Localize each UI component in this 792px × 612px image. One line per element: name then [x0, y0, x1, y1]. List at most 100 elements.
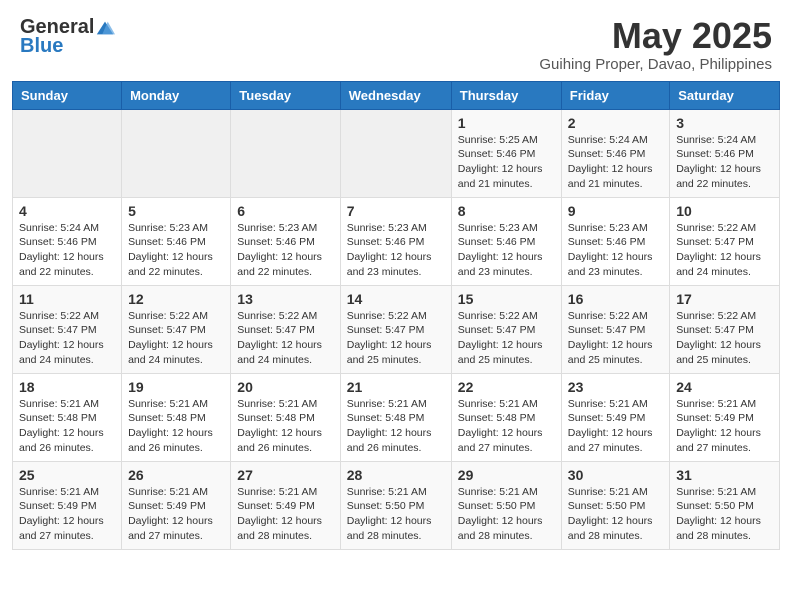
day-number: 5	[128, 203, 224, 219]
logo-icon	[95, 18, 115, 38]
day-number: 14	[347, 291, 445, 307]
month-title: May 2025	[539, 16, 772, 56]
calendar-day-cell: 4 Sunrise: 5:24 AMSunset: 5:46 PMDaylight…	[13, 197, 122, 285]
day-number: 27	[237, 467, 333, 483]
calendar-day-cell: 20 Sunrise: 5:21 AMSunset: 5:48 PMDayligh…	[231, 373, 340, 461]
day-number: 20	[237, 379, 333, 395]
calendar-day-cell: 25 Sunrise: 5:21 AMSunset: 5:49 PMDayligh…	[13, 461, 122, 549]
calendar-day-cell: 31 Sunrise: 5:21 AMSunset: 5:50 PMDayligh…	[670, 461, 780, 549]
day-number: 9	[568, 203, 663, 219]
calendar-day-cell: 30Sunrise: 5:21 AMSunset: 5:50 PMDayligh…	[561, 461, 669, 549]
calendar-week-row: 25 Sunrise: 5:21 AMSunset: 5:49 PMDayligh…	[13, 461, 780, 549]
day-info: Sunrise: 5:22 AMSunset: 5:47 PMDaylight:…	[128, 309, 224, 368]
calendar-header-row: SundayMondayTuesdayWednesdayThursdayFrid…	[13, 81, 780, 109]
calendar-day-cell: 24Sunrise: 5:21 AMSunset: 5:49 PMDayligh…	[670, 373, 780, 461]
calendar-day-cell: 2 Sunrise: 5:24 AMSunset: 5:46 PMDaylight…	[561, 109, 669, 197]
day-of-week-header: Tuesday	[231, 81, 340, 109]
calendar-week-row: 4 Sunrise: 5:24 AMSunset: 5:46 PMDaylight…	[13, 197, 780, 285]
day-info: Sunrise: 5:21 AMSunset: 5:48 PMDaylight:…	[19, 397, 115, 456]
day-number: 16	[568, 291, 663, 307]
calendar-day-cell: 29Sunrise: 5:21 AMSunset: 5:50 PMDayligh…	[451, 461, 561, 549]
calendar-day-cell: 21Sunrise: 5:21 AMSunset: 5:48 PMDayligh…	[340, 373, 451, 461]
day-number: 7	[347, 203, 445, 219]
day-number: 25	[19, 467, 115, 483]
calendar-day-cell: 16 Sunrise: 5:22 AMSunset: 5:47 PMDayligh…	[561, 285, 669, 373]
calendar-day-cell: 3 Sunrise: 5:24 AMSunset: 5:46 PMDaylight…	[670, 109, 780, 197]
day-info: Sunrise: 5:23 AMSunset: 5:46 PMDaylight:…	[347, 221, 445, 280]
calendar-day-cell: 5 Sunrise: 5:23 AMSunset: 5:46 PMDaylight…	[122, 197, 231, 285]
page-header: General Blue May 2025 Guihing Proper, Da…	[0, 0, 792, 81]
calendar-week-row: 1 Sunrise: 5:25 AMSunset: 5:46 PMDaylight…	[13, 109, 780, 197]
day-number: 22	[458, 379, 555, 395]
day-number: 2	[568, 115, 663, 131]
calendar-day-cell: 11 Sunrise: 5:22 AMSunset: 5:47 PMDayligh…	[13, 285, 122, 373]
day-number: 1	[458, 115, 555, 131]
day-info: Sunrise: 5:24 AMSunset: 5:46 PMDaylight:…	[568, 133, 663, 192]
day-info: Sunrise: 5:21 AMSunset: 5:48 PMDaylight:…	[458, 397, 555, 456]
day-number: 10	[676, 203, 773, 219]
calendar-day-cell: 10Sunrise: 5:22 AMSunset: 5:47 PMDayligh…	[670, 197, 780, 285]
calendar-day-cell: 17 Sunrise: 5:22 AMSunset: 5:47 PMDayligh…	[670, 285, 780, 373]
day-info: Sunrise: 5:21 AMSunset: 5:49 PMDaylight:…	[568, 397, 663, 456]
calendar-day-cell: 15Sunrise: 5:22 AMSunset: 5:47 PMDayligh…	[451, 285, 561, 373]
day-info: Sunrise: 5:21 AMSunset: 5:50 PMDaylight:…	[347, 485, 445, 544]
day-info: Sunrise: 5:23 AMSunset: 5:46 PMDaylight:…	[128, 221, 224, 280]
location: Guihing Proper, Davao, Philippines	[539, 56, 772, 73]
calendar-day-cell: 12 Sunrise: 5:22 AMSunset: 5:47 PMDayligh…	[122, 285, 231, 373]
day-number: 19	[128, 379, 224, 395]
day-number: 4	[19, 203, 115, 219]
calendar-day-cell: 22 Sunrise: 5:21 AMSunset: 5:48 PMDayligh…	[451, 373, 561, 461]
day-info: Sunrise: 5:21 AMSunset: 5:50 PMDaylight:…	[458, 485, 555, 544]
title-section: May 2025 Guihing Proper, Davao, Philippi…	[539, 16, 772, 73]
day-info: Sunrise: 5:23 AMSunset: 5:46 PMDaylight:…	[458, 221, 555, 280]
calendar-day-cell: 13 Sunrise: 5:22 AMSunset: 5:47 PMDayligh…	[231, 285, 340, 373]
day-info: Sunrise: 5:22 AMSunset: 5:47 PMDaylight:…	[237, 309, 333, 368]
day-number: 13	[237, 291, 333, 307]
day-info: Sunrise: 5:23 AMSunset: 5:46 PMDaylight:…	[237, 221, 333, 280]
logo: General Blue	[20, 16, 116, 58]
day-number: 28	[347, 467, 445, 483]
day-number: 6	[237, 203, 333, 219]
calendar-day-cell: 27Sunrise: 5:21 AMSunset: 5:49 PMDayligh…	[231, 461, 340, 549]
day-of-week-header: Sunday	[13, 81, 122, 109]
day-number: 23	[568, 379, 663, 395]
day-info: Sunrise: 5:21 AMSunset: 5:49 PMDaylight:…	[19, 485, 115, 544]
day-info: Sunrise: 5:21 AMSunset: 5:48 PMDaylight:…	[128, 397, 224, 456]
calendar-day-cell: 18Sunrise: 5:21 AMSunset: 5:48 PMDayligh…	[13, 373, 122, 461]
calendar-day-cell	[340, 109, 451, 197]
calendar-day-cell: 28 Sunrise: 5:21 AMSunset: 5:50 PMDayligh…	[340, 461, 451, 549]
day-info: Sunrise: 5:24 AMSunset: 5:46 PMDaylight:…	[19, 221, 115, 280]
calendar-day-cell	[231, 109, 340, 197]
day-info: Sunrise: 5:25 AMSunset: 5:46 PMDaylight:…	[458, 133, 555, 192]
calendar-week-row: 11 Sunrise: 5:22 AMSunset: 5:47 PMDayligh…	[13, 285, 780, 373]
day-info: Sunrise: 5:21 AMSunset: 5:49 PMDaylight:…	[128, 485, 224, 544]
day-info: Sunrise: 5:22 AMSunset: 5:47 PMDaylight:…	[568, 309, 663, 368]
day-number: 30	[568, 467, 663, 483]
day-number: 26	[128, 467, 224, 483]
day-info: Sunrise: 5:21 AMSunset: 5:49 PMDaylight:…	[676, 397, 773, 456]
day-info: Sunrise: 5:22 AMSunset: 5:47 PMDaylight:…	[676, 309, 773, 368]
day-info: Sunrise: 5:22 AMSunset: 5:47 PMDaylight:…	[19, 309, 115, 368]
day-of-week-header: Saturday	[670, 81, 780, 109]
calendar-day-cell: 26 Sunrise: 5:21 AMSunset: 5:49 PMDayligh…	[122, 461, 231, 549]
calendar-day-cell	[13, 109, 122, 197]
day-number: 11	[19, 291, 115, 307]
day-info: Sunrise: 5:21 AMSunset: 5:50 PMDaylight:…	[676, 485, 773, 544]
day-of-week-header: Thursday	[451, 81, 561, 109]
day-info: Sunrise: 5:23 AMSunset: 5:46 PMDaylight:…	[568, 221, 663, 280]
calendar-day-cell: 6 Sunrise: 5:23 AMSunset: 5:46 PMDaylight…	[231, 197, 340, 285]
calendar-day-cell: 23 Sunrise: 5:21 AMSunset: 5:49 PMDayligh…	[561, 373, 669, 461]
day-info: Sunrise: 5:21 AMSunset: 5:48 PMDaylight:…	[237, 397, 333, 456]
day-of-week-header: Wednesday	[340, 81, 451, 109]
day-number: 3	[676, 115, 773, 131]
day-number: 12	[128, 291, 224, 307]
day-number: 15	[458, 291, 555, 307]
day-number: 8	[458, 203, 555, 219]
day-number: 17	[676, 291, 773, 307]
calendar-day-cell: 1 Sunrise: 5:25 AMSunset: 5:46 PMDaylight…	[451, 109, 561, 197]
calendar-day-cell: 8 Sunrise: 5:23 AMSunset: 5:46 PMDaylight…	[451, 197, 561, 285]
day-info: Sunrise: 5:24 AMSunset: 5:46 PMDaylight:…	[676, 133, 773, 192]
calendar-day-cell: 7 Sunrise: 5:23 AMSunset: 5:46 PMDaylight…	[340, 197, 451, 285]
day-number: 31	[676, 467, 773, 483]
calendar-day-cell	[122, 109, 231, 197]
